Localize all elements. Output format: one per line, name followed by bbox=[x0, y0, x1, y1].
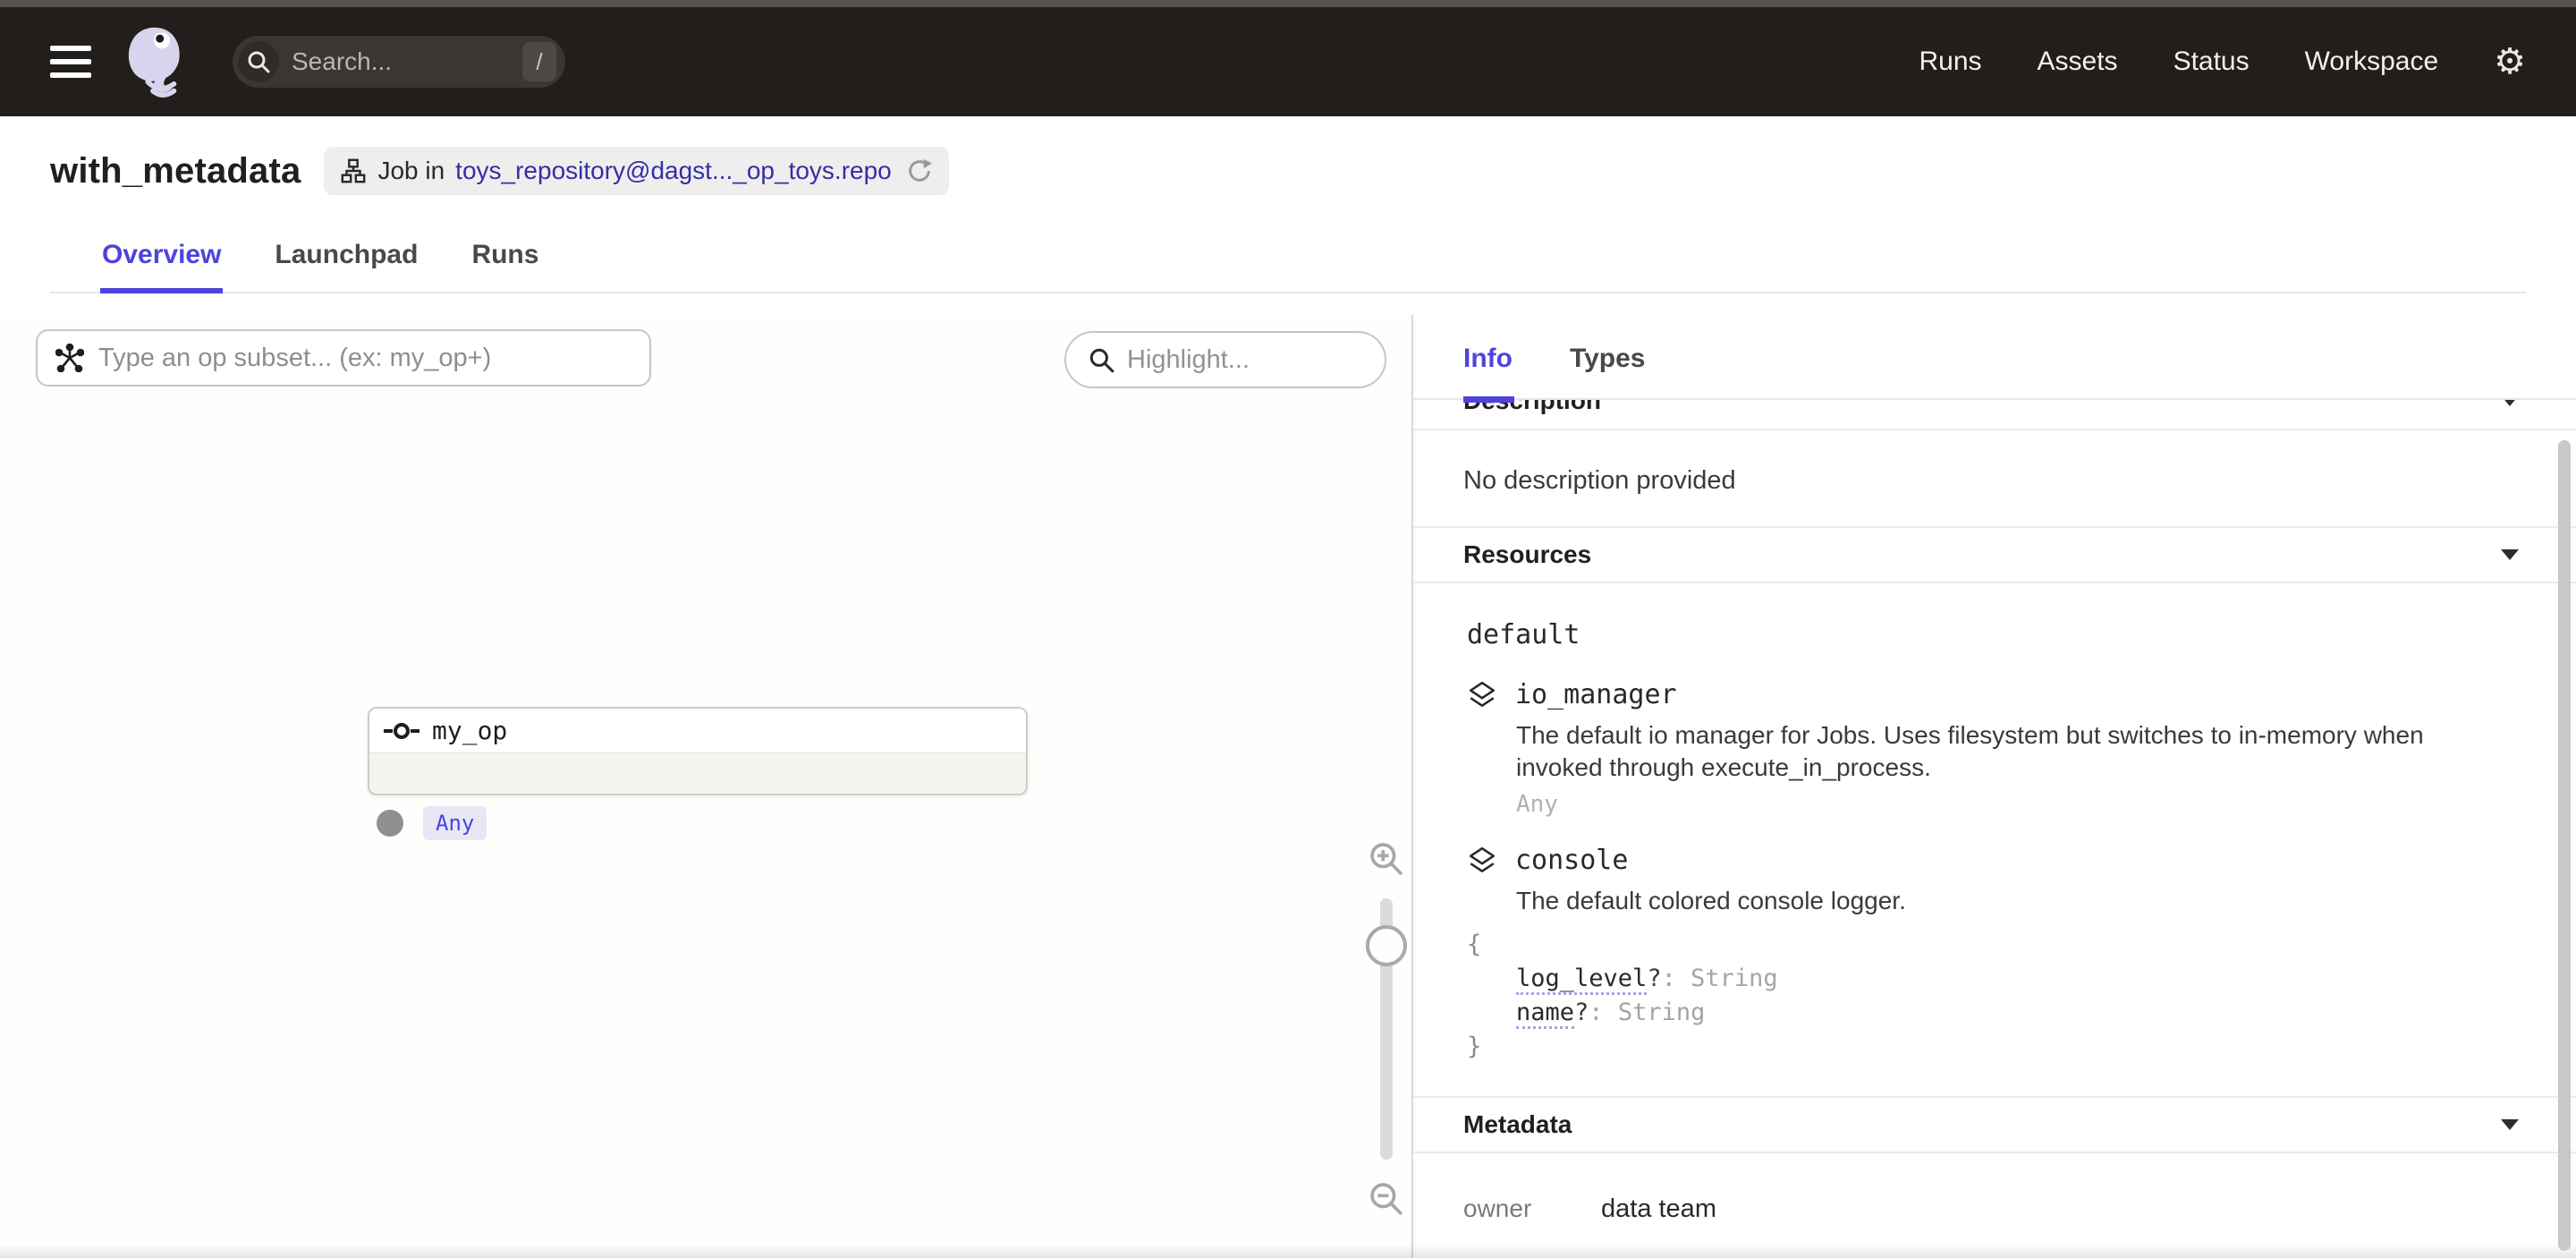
panel-tab-info[interactable]: Info bbox=[1463, 344, 1513, 379]
repository-link[interactable]: toys_repository@dagst..._op_toys.repo bbox=[455, 157, 892, 185]
type-separator: : bbox=[1589, 999, 1618, 1026]
section-title: Resources bbox=[1463, 540, 1591, 569]
resource-name[interactable]: io_manager bbox=[1515, 679, 1677, 710]
job-info-panel: Info Types Description No description pr… bbox=[1413, 315, 2576, 1258]
op-subset-input[interactable] bbox=[98, 344, 631, 373]
nav-link-status[interactable]: Status bbox=[2174, 47, 2250, 77]
metadata-table: owner data team link https://dagster.io bbox=[1413, 1153, 2576, 1258]
op-node-body bbox=[369, 753, 1026, 794]
optional-mark: ? bbox=[1647, 965, 1661, 992]
resource-layers-icon bbox=[1467, 680, 1497, 710]
highlight-input[interactable] bbox=[1127, 345, 1363, 375]
collapse-caret-icon bbox=[2501, 400, 2519, 406]
output-type-tag[interactable]: Any bbox=[423, 806, 487, 840]
tab-launchpad[interactable]: Launchpad bbox=[273, 227, 419, 292]
metadata-row-owner: owner data team bbox=[1463, 1194, 2526, 1224]
op-output: Any bbox=[377, 806, 487, 840]
resource-layers-icon bbox=[1467, 846, 1497, 876]
description-empty-text: No description provided bbox=[1413, 430, 2576, 526]
section-header-metadata[interactable]: Metadata bbox=[1413, 1096, 2576, 1153]
nav-link-assets[interactable]: Assets bbox=[2038, 47, 2118, 77]
panel-tabs: Info Types bbox=[1413, 315, 2576, 400]
schema-close-brace: } bbox=[1467, 1030, 2519, 1064]
section-title: Metadata bbox=[1463, 1110, 1572, 1139]
tab-overview[interactable]: Overview bbox=[100, 227, 223, 292]
dagster-logo[interactable] bbox=[122, 25, 186, 98]
window-chrome-strip bbox=[0, 0, 2576, 7]
top-nav: / Runs Assets Status Workspace ⚙ bbox=[0, 7, 2576, 116]
config-field-name[interactable]: name bbox=[1516, 999, 1574, 1029]
type-separator: : bbox=[1662, 965, 1691, 992]
panel-tab-types[interactable]: Types bbox=[1570, 344, 1645, 379]
global-search[interactable]: / bbox=[233, 36, 565, 88]
panel-scrollbar-thumb[interactable] bbox=[2558, 440, 2571, 1251]
output-port-dot bbox=[377, 810, 403, 837]
resources-body: default io_manager The default io manage… bbox=[1413, 583, 2576, 1096]
metadata-value: data team bbox=[1601, 1194, 1716, 1224]
zoom-controls bbox=[1363, 839, 1410, 1219]
nav-link-workspace[interactable]: Workspace bbox=[2305, 47, 2439, 77]
section-title: Description bbox=[1463, 400, 1601, 415]
resource-type-note: Any bbox=[1516, 791, 2519, 818]
search-icon bbox=[238, 41, 279, 82]
op-selector-icon bbox=[55, 344, 84, 372]
nav-link-runs[interactable]: Runs bbox=[1919, 47, 1981, 77]
nav-links: Runs Assets Status Workspace bbox=[1919, 47, 2438, 77]
hamburger-menu-icon[interactable] bbox=[50, 46, 91, 78]
config-field-name[interactable]: log_level bbox=[1516, 965, 1647, 995]
resource-description: The default io manager for Jobs. Uses fi… bbox=[1516, 719, 2500, 784]
tab-runs[interactable]: Runs bbox=[470, 227, 540, 292]
zoom-in-icon[interactable] bbox=[1367, 839, 1406, 879]
search-input[interactable] bbox=[292, 47, 510, 76]
config-field-type: String bbox=[1618, 999, 1706, 1026]
panel-scroll-area[interactable]: Description No description provided Reso… bbox=[1413, 400, 2576, 1258]
page-title: with_metadata bbox=[50, 151, 301, 191]
op-graph-canvas[interactable]: my_op Any bbox=[0, 315, 1413, 1258]
collapse-caret-icon bbox=[2501, 1119, 2519, 1130]
section-header-description[interactable]: Description bbox=[1413, 400, 2576, 430]
resource-item-console: console The default colored console logg… bbox=[1467, 845, 2519, 1064]
page-header: with_metadata Job in toys_repository@dag… bbox=[0, 116, 2576, 293]
job-tabs: Overview Launchpad Runs bbox=[50, 227, 2526, 293]
optional-mark: ? bbox=[1574, 999, 1589, 1026]
schema-field-log-level: log_level?: String bbox=[1467, 962, 2519, 996]
schema-open-brace: { bbox=[1467, 928, 2519, 962]
metadata-key: owner bbox=[1463, 1194, 1601, 1223]
search-shortcut-key: / bbox=[522, 42, 556, 81]
zoom-slider-track[interactable] bbox=[1380, 898, 1393, 1160]
config-schema: { log_level?: String name?: String } bbox=[1467, 928, 2519, 1064]
config-field-type: String bbox=[1690, 965, 1778, 992]
resource-description: The default colored console logger. bbox=[1516, 885, 2500, 917]
resource-item-io-manager: io_manager The default io manager for Jo… bbox=[1467, 679, 2519, 818]
job-location-badge: Job in toys_repository@dagst..._op_toys.… bbox=[324, 147, 948, 195]
resource-name[interactable]: console bbox=[1515, 845, 1628, 876]
job-badge-prefix: Job in bbox=[377, 157, 445, 185]
section-header-resources[interactable]: Resources bbox=[1413, 526, 2576, 583]
op-node-name: my_op bbox=[432, 716, 507, 745]
workspace-graph-icon bbox=[340, 157, 367, 184]
op-icon bbox=[384, 721, 419, 741]
zoom-out-icon[interactable] bbox=[1367, 1179, 1406, 1219]
zoom-slider-thumb[interactable] bbox=[1366, 925, 1407, 966]
settings-gear-icon[interactable]: ⚙ bbox=[2494, 44, 2526, 80]
search-icon bbox=[1088, 346, 1114, 373]
op-subset-filter[interactable] bbox=[36, 329, 651, 387]
reload-icon[interactable] bbox=[906, 157, 933, 184]
resource-group-default: default bbox=[1467, 619, 2519, 650]
highlight-filter[interactable] bbox=[1064, 331, 1386, 388]
collapse-caret-icon bbox=[2501, 549, 2519, 560]
op-node-my-op[interactable]: my_op bbox=[368, 707, 1028, 795]
schema-field-name: name?: String bbox=[1467, 996, 2519, 1030]
